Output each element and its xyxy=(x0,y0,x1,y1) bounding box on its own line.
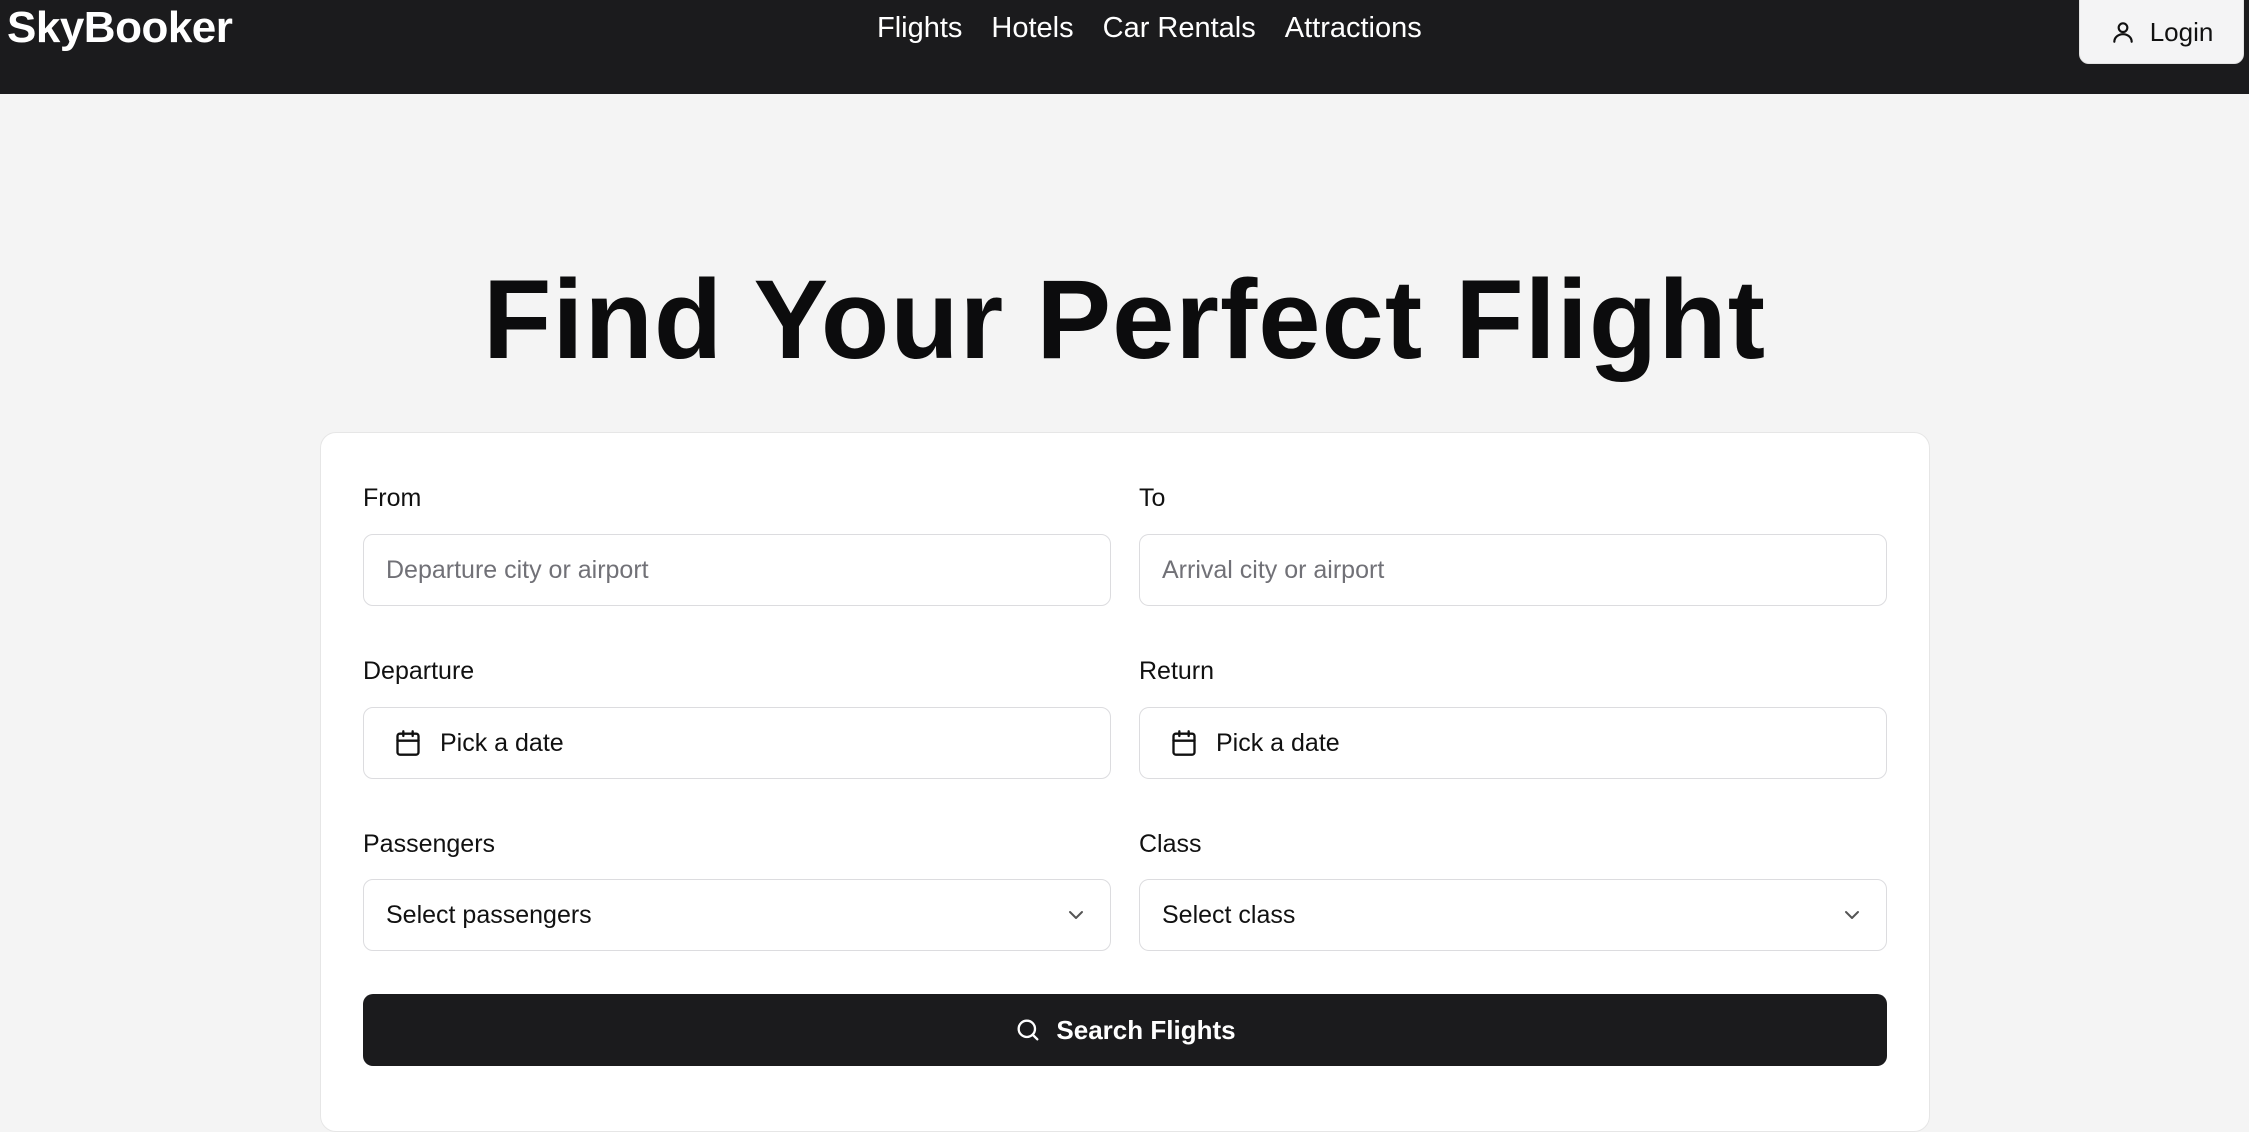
passengers-select[interactable]: Select passengers xyxy=(363,879,1111,951)
class-label: Class xyxy=(1139,830,1202,858)
nav-link-flights[interactable]: Flights xyxy=(877,6,962,50)
to-label: To xyxy=(1139,484,1166,512)
login-label: Login xyxy=(2149,16,2214,47)
search-flights-button[interactable]: Search Flights xyxy=(363,994,1887,1066)
departure-label: Departure xyxy=(363,657,475,685)
from-label: From xyxy=(363,484,422,512)
nav-link-hotels[interactable]: Hotels xyxy=(991,6,1073,50)
return-label: Return xyxy=(1139,657,1215,685)
chevron-down-icon xyxy=(1840,903,1864,927)
to-input[interactable] xyxy=(1140,555,1886,585)
calendar-icon xyxy=(394,729,422,757)
class-select-value: Select class xyxy=(1162,900,1296,929)
search-icon xyxy=(1014,1016,1042,1044)
nav-link-car-rentals[interactable]: Car Rentals xyxy=(1103,6,1256,50)
page-title: Find Your Perfect Flight xyxy=(482,257,1766,382)
calendar-icon xyxy=(1170,729,1198,757)
top-navbar: SkyBooker Flights Hotels Car Rentals Att… xyxy=(0,0,2249,94)
brand-logo[interactable]: SkyBooker xyxy=(7,2,233,54)
departure-date-value: Pick a date xyxy=(440,728,564,757)
from-field xyxy=(363,534,1111,606)
nav-link-attractions[interactable]: Attractions xyxy=(1285,6,1422,50)
departure-date-picker[interactable]: Pick a date xyxy=(363,707,1111,779)
user-icon xyxy=(2110,19,2136,45)
login-button[interactable]: Login xyxy=(2079,0,2244,64)
to-field xyxy=(1139,534,1887,606)
class-select[interactable]: Select class xyxy=(1139,879,1887,951)
passengers-select-value: Select passengers xyxy=(386,900,592,929)
chevron-down-icon xyxy=(1064,903,1088,927)
search-flights-label: Search Flights xyxy=(1056,1014,1236,1045)
return-date-picker[interactable]: Pick a date xyxy=(1139,707,1887,779)
passengers-label: Passengers xyxy=(363,830,496,858)
main-nav: Flights Hotels Car Rentals Attractions xyxy=(877,6,1422,50)
from-input[interactable] xyxy=(364,555,1110,585)
return-date-value: Pick a date xyxy=(1216,728,1340,757)
